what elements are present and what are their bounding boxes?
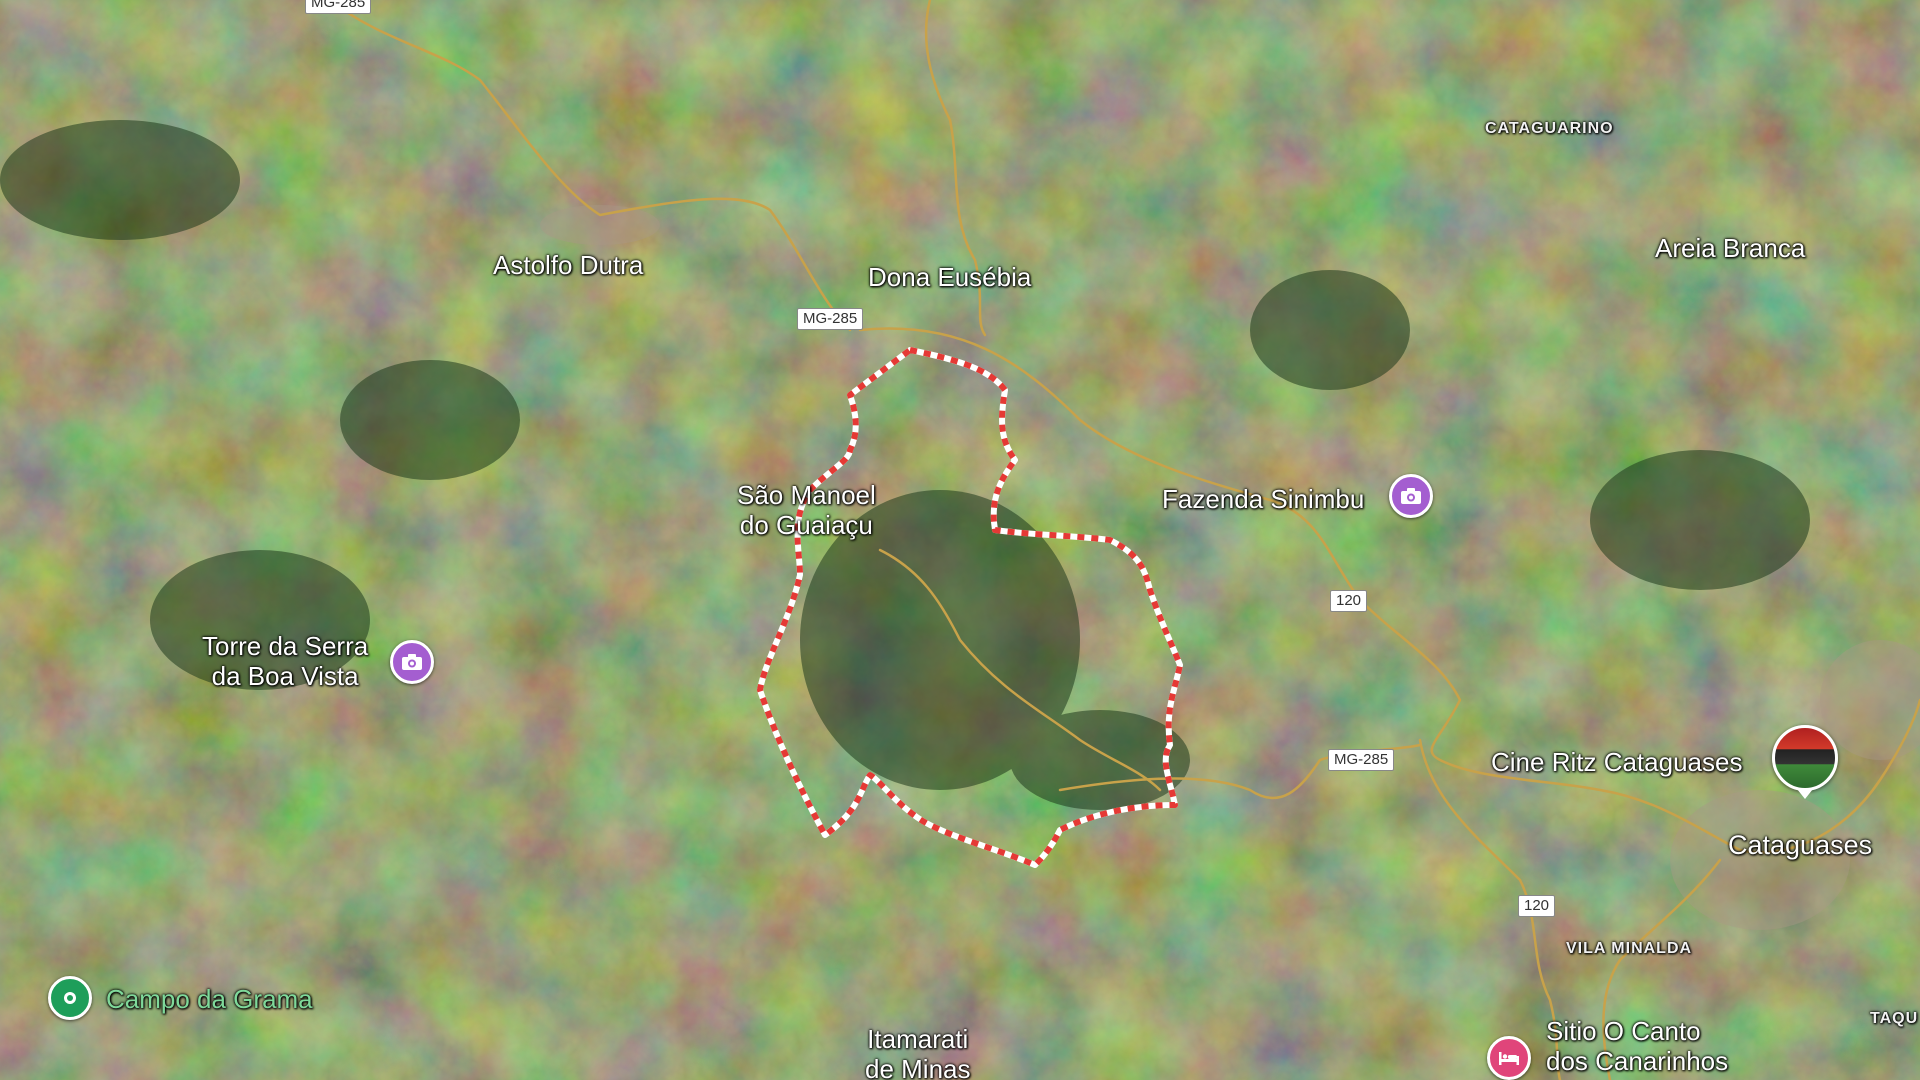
- poi-label-campo-da-grama[interactable]: Campo da Grama: [106, 984, 313, 1015]
- district-label-taqu[interactable]: TAQU: [1870, 1010, 1918, 1028]
- camera-icon: [1400, 487, 1422, 505]
- map-pin-icon: [62, 990, 78, 1006]
- poi-marker-fazenda-sinimbu[interactable]: [1389, 474, 1433, 518]
- poi-label-torre-da-serra[interactable]: Torre da Serra da Boa Vista: [202, 631, 369, 692]
- poi-label-line: da Boa Vista: [211, 660, 359, 691]
- poi-label-fazenda-sinimbu[interactable]: Fazenda Sinimbu: [1162, 484, 1364, 515]
- road-shield-mg285-east: MG-285: [1328, 749, 1395, 771]
- road-shield-120: 120: [1330, 590, 1368, 612]
- bed-icon: [1498, 1050, 1520, 1066]
- photo-pin-tail: [1797, 789, 1813, 799]
- poi-label-sitio-canarinhos[interactable]: Sitio O Canto dos Canarinhos: [1546, 1016, 1729, 1077]
- town-label-itamarati-de-minas[interactable]: Itamarati de Minas: [865, 1024, 971, 1080]
- town-label-astolfo-dutra[interactable]: Astolfo Dutra: [493, 250, 643, 281]
- poi-label-line: Torre da Serra: [202, 631, 369, 661]
- poi-label-line: dos Canarinhos: [1546, 1045, 1729, 1076]
- town-label-sao-manoel-do-guaiacu[interactable]: São Manoel do Guaiaçu: [737, 480, 876, 541]
- town-label-line: de Minas: [865, 1053, 971, 1080]
- road-shield-mg285: MG-285: [797, 308, 864, 330]
- satellite-map[interactable]: MG-285 MG-285 MG-285 120 120 Astolfo Dut…: [0, 0, 1920, 1080]
- poi-label-cine-ritz[interactable]: Cine Ritz Cataguases: [1491, 747, 1742, 778]
- poi-marker-campo-da-grama[interactable]: [48, 976, 92, 1020]
- road-shield-120-south: 120: [1518, 895, 1556, 917]
- poi-label-line: Sitio O Canto: [1546, 1016, 1701, 1046]
- town-label-areia-branca[interactable]: Areia Branca: [1655, 233, 1805, 264]
- town-label-dona-eusebia[interactable]: Dona Eusébia: [868, 262, 1031, 293]
- poi-marker-sitio-canarinhos[interactable]: [1487, 1036, 1531, 1080]
- town-label-cataguases[interactable]: Cataguases: [1728, 830, 1872, 861]
- town-label-line: Itamarati: [867, 1024, 969, 1054]
- poi-marker-torre-da-serra[interactable]: [390, 640, 434, 684]
- satellite-terrain: [0, 0, 1920, 1080]
- photo-thumbnail-icon[interactable]: [1772, 725, 1838, 791]
- town-label-line: São Manoel: [737, 480, 876, 510]
- road-shield-mg285-top: MG-285: [305, 0, 372, 14]
- district-label-vila-minalda[interactable]: VILA MINALDA: [1566, 940, 1692, 958]
- town-label-line: do Guaiaçu: [739, 509, 873, 540]
- camera-icon: [401, 653, 423, 671]
- district-label-cataguarino[interactable]: CATAGUARINO: [1485, 120, 1614, 138]
